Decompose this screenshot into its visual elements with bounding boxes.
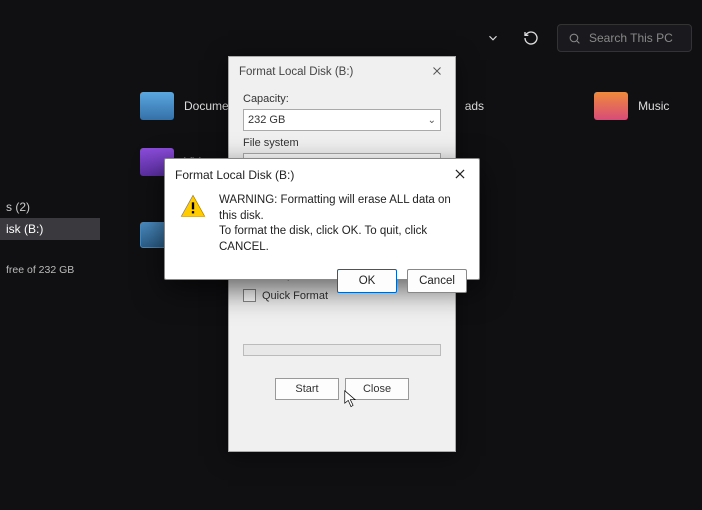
nav-tree-fragment: s (2) isk (B:) free of 232 GB xyxy=(0,196,100,282)
warning-title: Format Local Disk (B:) xyxy=(175,168,294,182)
folder-music[interactable]: Music xyxy=(594,92,669,120)
music-icon xyxy=(594,92,628,120)
capacity-select[interactable]: 232 GB ⌄ xyxy=(243,109,441,131)
warning-titlebar: Format Local Disk (B:) xyxy=(165,159,479,189)
filesystem-label: File system xyxy=(243,137,441,149)
capacity-label: Capacity: xyxy=(243,93,441,105)
warning-line2: To format the disk, click OK. To quit, c… xyxy=(219,224,465,255)
close-button[interactable]: Close xyxy=(345,378,409,400)
warning-icon xyxy=(179,193,207,221)
format-progressbar xyxy=(243,344,441,356)
search-placeholder: Search This PC xyxy=(589,31,673,45)
capacity-value: 232 GB xyxy=(248,114,285,126)
chevron-down-icon[interactable] xyxy=(481,26,505,50)
refresh-icon[interactable] xyxy=(519,26,543,50)
disk-free-text: free of 232 GB xyxy=(0,258,100,282)
folder-downloads[interactable]: ads xyxy=(465,92,484,120)
ok-button[interactable]: OK xyxy=(337,269,397,293)
folder-label: ads xyxy=(465,99,484,113)
close-icon[interactable] xyxy=(431,65,445,79)
tree-line-selected[interactable]: isk (B:) xyxy=(0,218,100,240)
close-icon[interactable] xyxy=(453,167,469,183)
explorer-topbar: Search This PC xyxy=(481,24,692,52)
format-warning-dialog: Format Local Disk (B:) WARNING: Formatti… xyxy=(164,158,480,280)
search-input[interactable]: Search This PC xyxy=(557,24,692,52)
chevron-down-icon: ⌄ xyxy=(428,115,436,126)
folder-label: Music xyxy=(638,99,669,113)
start-button[interactable]: Start xyxy=(275,378,339,400)
tree-line[interactable]: s (2) xyxy=(0,196,100,218)
warning-text: WARNING: Formatting will erase ALL data … xyxy=(219,193,465,255)
documents-icon xyxy=(140,92,174,120)
cancel-button[interactable]: Cancel xyxy=(407,269,467,293)
format-dialog-titlebar: Format Local Disk (B:) xyxy=(229,57,455,87)
warning-line1: WARNING: Formatting will erase ALL data … xyxy=(219,193,465,224)
format-dialog-title: Format Local Disk (B:) xyxy=(239,66,353,78)
